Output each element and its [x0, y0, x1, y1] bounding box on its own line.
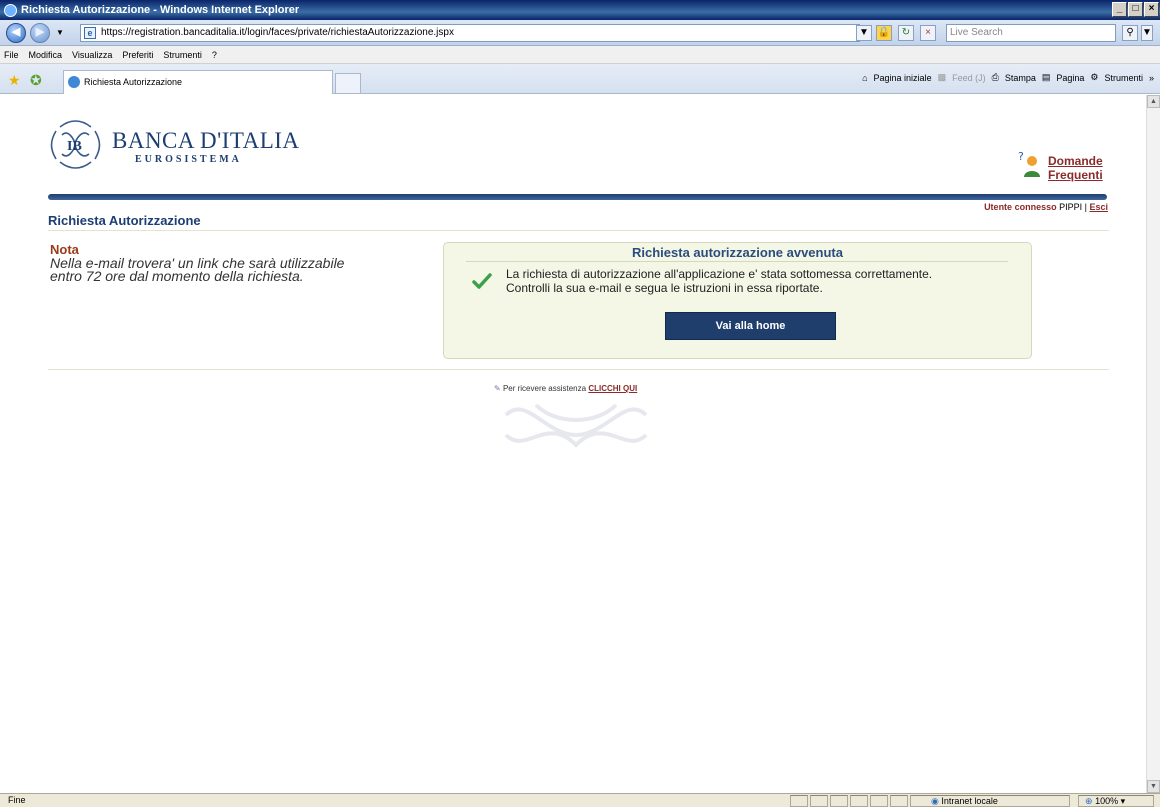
zone-label: Intranet locale: [941, 796, 998, 806]
scroll-up-icon[interactable]: ▲: [1147, 95, 1160, 108]
tools-icon[interactable]: ⚙: [1090, 72, 1098, 83]
menu-help[interactable]: ?: [212, 50, 217, 60]
more-commands-icon[interactable]: »: [1149, 73, 1154, 83]
refresh-icon[interactable]: ↻: [898, 25, 914, 41]
url-text: https://registration.bancaditalia.it/log…: [101, 27, 454, 38]
note-text: Nella e-mail trovera' un link che sarà u…: [50, 255, 345, 284]
user-info: Utente connesso PIPPI | Esci: [984, 202, 1108, 212]
tab-label: Richiesta Autorizzazione: [84, 77, 183, 87]
feed-icon[interactable]: ▩: [938, 72, 947, 83]
menu-bar: File Modifica Visualizza Preferiti Strum…: [0, 46, 1160, 64]
faq-link-line1[interactable]: Domande: [1048, 154, 1103, 168]
menu-file[interactable]: File: [4, 50, 19, 60]
title-divider: [48, 230, 1109, 231]
menu-modifica[interactable]: Modifica: [29, 50, 63, 60]
vertical-scrollbar[interactable]: ▲ ▼: [1146, 95, 1160, 793]
logo-title: BANCA D'ITALIA: [112, 128, 300, 153]
add-favorite-icon[interactable]: ✪: [30, 72, 42, 89]
search-options-icon[interactable]: ▼: [1141, 25, 1153, 41]
search-icon[interactable]: ⚲: [1122, 25, 1138, 41]
history-dropdown-icon[interactable]: ▼: [56, 28, 64, 37]
page-content: IB BANCA D'ITALIA EUROSISTEMA ? Domande …: [0, 95, 1146, 793]
stop-icon[interactable]: ×: [920, 25, 936, 41]
banca-italia-logo-icon: IB: [50, 120, 101, 169]
ie-icon: [4, 3, 17, 17]
zoom-icon: ⊕: [1085, 796, 1093, 806]
svg-text:?: ?: [1018, 150, 1024, 163]
address-input[interactable]: e https://registration.bancaditalia.it/l…: [80, 24, 860, 42]
zoom-dropdown-icon[interactable]: ▾: [1121, 796, 1126, 806]
maximize-button[interactable]: □: [1128, 2, 1143, 17]
confirmation-line1: La richiesta di autorizzazione all'appli…: [506, 267, 933, 281]
confirmation-title: Richiesta autorizzazione avvenuta: [632, 245, 843, 260]
confirmation-panel: Richiesta autorizzazione avvenuta La ric…: [443, 242, 1032, 359]
watermark-emblem-icon: [504, 403, 648, 448]
command-bar: ⌂ Pagina iniziale ▩ Feed (J) ⎙ Stampa ▤ …: [862, 72, 1154, 83]
print-command[interactable]: Stampa: [1005, 73, 1036, 83]
status-text: Fine: [8, 795, 26, 805]
assistance-line: ✎ Per ricevere assistenza CLICCHI QUI: [494, 384, 637, 393]
tab-bar: ★ ✪ Richiesta Autorizzazione ⌂ Pagina in…: [0, 64, 1160, 94]
faq-person-icon[interactable]: ?: [1016, 149, 1040, 179]
user-separator: |: [1084, 202, 1087, 212]
menu-strumenti[interactable]: Strumenti: [163, 50, 202, 60]
zoom-level: 100%: [1095, 796, 1119, 806]
window-title: Richiesta Autorizzazione - Windows Inter…: [21, 4, 300, 16]
intranet-icon: ◉: [931, 796, 939, 806]
confirmation-message: La richiesta di autorizzazione all'appli…: [506, 267, 932, 295]
address-dropdown-icon[interactable]: ▼: [856, 25, 872, 41]
page-command-icon[interactable]: ▤: [1042, 72, 1051, 83]
status-cell: [870, 795, 888, 807]
scroll-down-icon[interactable]: ▼: [1147, 780, 1160, 793]
ie-page-icon: [68, 76, 80, 88]
panel-divider: [466, 261, 1008, 262]
faq-link-line2[interactable]: Frequenti: [1048, 168, 1103, 182]
page-icon: e: [84, 27, 96, 39]
user-name: PIPPI: [1059, 202, 1083, 212]
svg-text:IB: IB: [67, 139, 82, 154]
window-title-bar: Richiesta Autorizzazione - Windows Inter…: [0, 0, 1160, 20]
search-input[interactable]: Live Search: [946, 24, 1116, 42]
forward-button[interactable]: ▶: [30, 23, 50, 43]
back-button[interactable]: ◀: [6, 23, 26, 43]
favorites-star-icon[interactable]: ★: [8, 72, 21, 89]
tab-richiesta-autorizzazione[interactable]: Richiesta Autorizzazione: [63, 70, 333, 94]
address-toolbar: ◀ ▶ ▼ e https://registration.bancaditali…: [0, 20, 1160, 46]
footer-divider: [48, 369, 1109, 370]
home-icon[interactable]: ⌂: [862, 73, 867, 83]
success-check-icon: [472, 273, 492, 289]
minimize-button[interactable]: _: [1112, 2, 1127, 17]
feed-command[interactable]: Feed (J): [952, 73, 986, 83]
page-command[interactable]: Pagina: [1056, 73, 1084, 83]
status-cell: [830, 795, 848, 807]
status-cell: [850, 795, 868, 807]
page-title: Richiesta Autorizzazione: [48, 213, 201, 228]
menu-preferiti[interactable]: Preferiti: [122, 50, 153, 60]
logo-subtitle: EUROSISTEMA: [135, 154, 242, 165]
new-tab-button[interactable]: [335, 73, 361, 94]
status-cell: [790, 795, 808, 807]
status-cell: [890, 795, 908, 807]
security-zone[interactable]: ◉ Intranet locale: [910, 795, 1070, 807]
confirmation-line2: Controlli la sua e-mail e segua le istru…: [506, 281, 823, 295]
assistance-text: Per ricevere assistenza: [502, 384, 587, 393]
tools-command[interactable]: Strumenti: [1104, 73, 1143, 83]
header-divider-bar: [48, 194, 1107, 200]
lock-icon[interactable]: 🔒: [876, 25, 892, 41]
faq-link[interactable]: Domande Frequenti: [1048, 154, 1103, 182]
zoom-control[interactable]: ⊕ 100% ▾: [1078, 795, 1154, 807]
assistance-icon: ✎: [494, 384, 501, 393]
home-command[interactable]: Pagina iniziale: [874, 73, 932, 83]
go-home-button[interactable]: Vai alla home: [665, 312, 836, 340]
status-cell: [810, 795, 828, 807]
user-label: Utente connesso: [984, 202, 1057, 212]
close-button[interactable]: ×: [1144, 2, 1159, 17]
print-icon[interactable]: ⎙: [992, 72, 999, 83]
status-bar: Fine ◉ Intranet locale ⊕ 100% ▾: [0, 793, 1160, 807]
assistance-link[interactable]: CLICCHI QUI: [588, 384, 637, 393]
menu-visualizza[interactable]: Visualizza: [72, 50, 112, 60]
logout-link[interactable]: Esci: [1089, 202, 1108, 212]
